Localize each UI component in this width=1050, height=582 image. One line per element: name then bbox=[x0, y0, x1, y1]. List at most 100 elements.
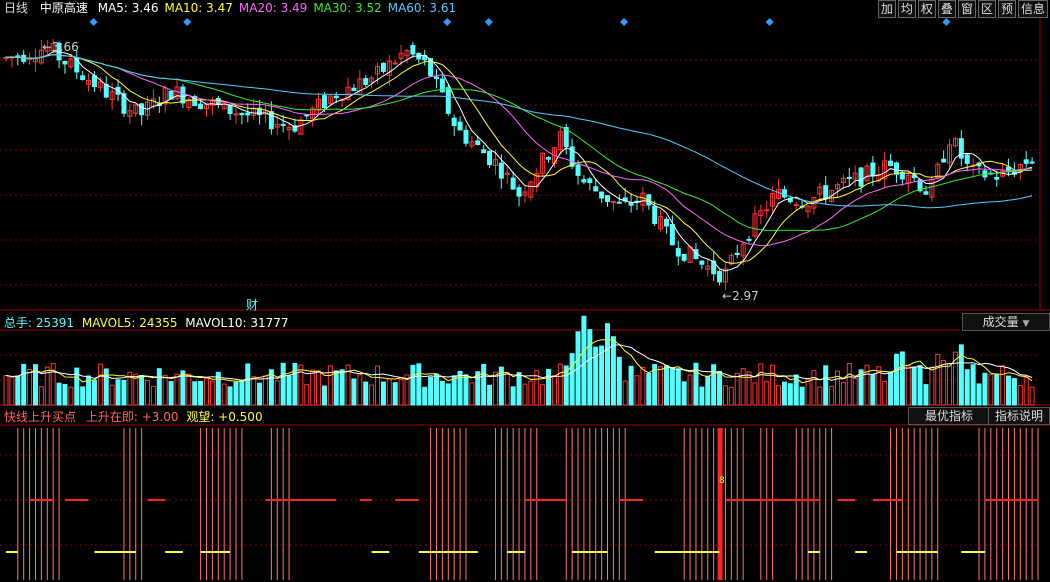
volume-type-select[interactable]: 成交量 ▼ bbox=[962, 313, 1050, 331]
volume-bar bbox=[280, 362, 286, 406]
volume-bar bbox=[958, 344, 964, 406]
volume-bar bbox=[893, 353, 899, 406]
candle-body bbox=[587, 178, 593, 184]
volume-bar bbox=[728, 386, 734, 406]
strong-signal-bar bbox=[717, 428, 723, 580]
volume-bar bbox=[80, 386, 86, 406]
candle-body bbox=[304, 114, 310, 117]
volume-bar bbox=[758, 363, 764, 406]
candle-body bbox=[280, 123, 286, 126]
toolbar-button[interactable]: 加 bbox=[877, 0, 896, 18]
ma-legend-item: MA60: 3.61 bbox=[387, 1, 457, 15]
toolbar-button[interactable]: 叠 bbox=[937, 0, 956, 18]
volume-bar bbox=[292, 363, 298, 406]
toolbar-button[interactable]: 均 bbox=[897, 0, 916, 18]
volume-bar bbox=[557, 363, 563, 406]
candle-body bbox=[964, 154, 970, 164]
candle-body bbox=[510, 177, 516, 190]
volume-bar bbox=[522, 383, 528, 406]
kline-chart[interactable] bbox=[0, 0, 1050, 582]
volume-bar bbox=[734, 372, 740, 406]
period-label[interactable]: 日线 bbox=[4, 1, 28, 15]
candle-body bbox=[994, 176, 1000, 180]
volume-bar bbox=[239, 380, 245, 406]
volume-bar bbox=[994, 373, 1000, 406]
volume-bar bbox=[233, 381, 239, 406]
event-diamond-icon bbox=[942, 18, 951, 26]
volume-legend: 总手: 25391 MAVOL5: 24355 MAVOL10: 31777 bbox=[4, 314, 289, 331]
candle-body bbox=[463, 129, 469, 144]
volume-bar bbox=[121, 379, 127, 406]
volume-bar bbox=[605, 323, 611, 406]
volume-bar bbox=[540, 384, 546, 406]
volume-bar bbox=[640, 366, 646, 406]
toolbar-button[interactable]: 区 bbox=[977, 0, 996, 18]
volume-bar bbox=[386, 378, 392, 406]
candle-body bbox=[681, 253, 687, 261]
candle-body bbox=[823, 185, 829, 200]
volume-bar bbox=[475, 371, 481, 406]
volume-bar bbox=[204, 377, 210, 406]
volume-bar bbox=[298, 364, 304, 406]
volume-bar bbox=[457, 370, 463, 406]
candle-body bbox=[457, 121, 463, 131]
volume-bar bbox=[227, 386, 233, 406]
volume-bar bbox=[310, 369, 316, 406]
volume-bar bbox=[463, 374, 469, 406]
volume-bar bbox=[646, 372, 652, 406]
candle-body bbox=[333, 95, 339, 99]
volume-bar bbox=[964, 369, 970, 406]
toolbar-button[interactable]: 预 bbox=[997, 0, 1016, 18]
volume-bar bbox=[327, 365, 333, 406]
candle-body bbox=[675, 248, 681, 257]
volume-bar bbox=[91, 379, 97, 406]
volume-bar bbox=[1006, 375, 1012, 406]
indicator-explain-button[interactable]: 指标说明 bbox=[988, 407, 1050, 425]
volume-bar bbox=[150, 385, 156, 406]
candle-body bbox=[198, 103, 204, 109]
volume-bar bbox=[186, 373, 192, 406]
volume-bar bbox=[422, 386, 428, 406]
ma-legend-item: MA20: 3.49 bbox=[238, 1, 308, 15]
volume-bar bbox=[888, 372, 894, 406]
volume-bar bbox=[192, 381, 198, 406]
volume-bar bbox=[569, 353, 575, 406]
volume-bar bbox=[445, 383, 451, 406]
volume-bar bbox=[658, 366, 664, 406]
best-indicator-button[interactable]: 最优指标 bbox=[908, 407, 990, 425]
event-diamond-icon bbox=[620, 18, 628, 26]
volume-bar bbox=[917, 365, 923, 406]
low-price-label: ←2.97 bbox=[722, 289, 759, 303]
candle-body bbox=[575, 164, 581, 176]
volume-bar bbox=[587, 329, 593, 406]
candle-body bbox=[80, 75, 86, 81]
toolbar-button[interactable]: 信息 bbox=[1017, 0, 1048, 18]
volume-bar bbox=[103, 368, 109, 406]
volume-bar bbox=[805, 378, 811, 406]
volume-bar bbox=[970, 364, 976, 406]
volume-bar bbox=[380, 381, 386, 406]
volume-bar bbox=[947, 363, 953, 406]
candle-body bbox=[893, 162, 899, 175]
volume-bar bbox=[1011, 378, 1017, 406]
candle-body bbox=[599, 191, 605, 199]
volume-bar bbox=[145, 380, 151, 406]
volume-bar bbox=[139, 375, 145, 406]
volume-bar bbox=[752, 382, 758, 406]
volume-bar bbox=[1023, 376, 1029, 406]
volume-bar bbox=[663, 365, 669, 406]
toolbar-button[interactable]: 窗 bbox=[957, 0, 976, 18]
volume-bar bbox=[681, 381, 687, 406]
volume-bar bbox=[439, 380, 445, 406]
volume-bar bbox=[546, 368, 552, 406]
candle-body bbox=[481, 149, 487, 154]
candle-body bbox=[392, 62, 398, 65]
toolbar-button[interactable]: 权 bbox=[917, 0, 936, 18]
financial-event-marker[interactable]: 财 bbox=[246, 296, 258, 313]
candle-body bbox=[351, 87, 357, 92]
candle-body bbox=[734, 252, 740, 256]
volume-bar bbox=[599, 345, 605, 406]
volume-bar bbox=[339, 369, 345, 406]
candle-body bbox=[433, 76, 439, 79]
volume-bar bbox=[221, 383, 227, 406]
